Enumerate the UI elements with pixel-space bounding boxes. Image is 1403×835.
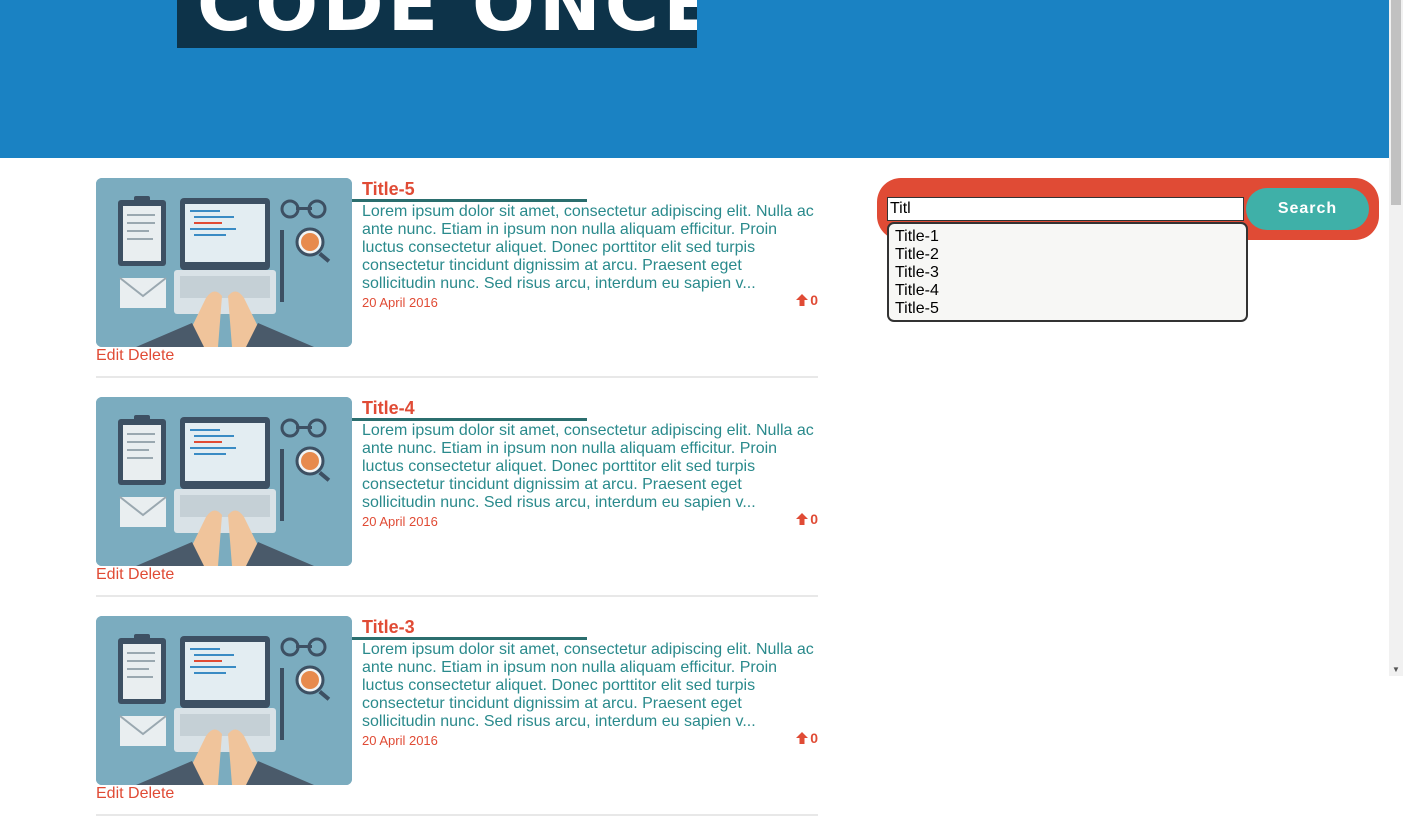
post-title[interactable]: Title-4: [362, 397, 415, 419]
title-underline: [352, 418, 587, 421]
upvote-button[interactable]: 0: [795, 292, 818, 308]
vote-count: 0: [810, 292, 818, 308]
delete-link[interactable]: Delete: [128, 785, 174, 802]
arrow-up-icon: [796, 513, 809, 525]
banner-text: CODE ONCE!: [197, 0, 697, 48]
page-scrollbar[interactable]: ▼: [1389, 0, 1403, 676]
laptop-workspace-illustration: [96, 178, 352, 347]
suggestion-item[interactable]: Title-4: [895, 282, 1246, 300]
post-card: Title-3 Lorem ipsum dolor sit amet, cons…: [96, 616, 818, 816]
vote-count: 0: [810, 511, 818, 527]
post-excerpt: Lorem ipsum dolor sit amet, consectetur …: [362, 203, 814, 292]
header: CODE ONCE!: [0, 0, 1389, 158]
search-input[interactable]: [887, 197, 1244, 221]
scrollbar-thumb[interactable]: [1391, 0, 1401, 205]
edit-link[interactable]: Edit: [96, 566, 124, 583]
laptop-workspace-illustration: [96, 616, 352, 785]
post-title[interactable]: Title-5: [362, 178, 415, 200]
post-date: 20 April 2016: [362, 514, 438, 529]
suggestion-item[interactable]: Title-2: [895, 246, 1246, 264]
post-card: Title-4 Lorem ipsum dolor sit amet, cons…: [96, 397, 818, 597]
title-underline: [352, 199, 587, 202]
upvote-button[interactable]: 0: [795, 730, 818, 746]
arrow-up-icon: [796, 294, 809, 306]
post-list: Title-5 Lorem ipsum dolor sit amet, cons…: [96, 178, 818, 835]
post-thumbnail[interactable]: [96, 178, 352, 347]
edit-link[interactable]: Edit: [96, 785, 124, 802]
post-thumbnail[interactable]: [96, 397, 352, 566]
suggestion-item[interactable]: Title-5: [895, 300, 1246, 318]
post-date: 20 April 2016: [362, 295, 438, 310]
scroll-down-icon[interactable]: ▼: [1392, 665, 1400, 674]
upvote-button[interactable]: 0: [795, 511, 818, 527]
search-button[interactable]: Search: [1246, 188, 1369, 230]
laptop-workspace-illustration: [96, 397, 352, 566]
post-thumbnail[interactable]: [96, 616, 352, 785]
edit-link[interactable]: Edit: [96, 347, 124, 364]
delete-link[interactable]: Delete: [128, 347, 174, 364]
vote-count: 0: [810, 730, 818, 746]
post-date: 20 April 2016: [362, 733, 438, 748]
post-actions: Edit Delete: [96, 566, 174, 584]
autocomplete-list: Title-1 Title-2 Title-3 Title-4 Title-5: [887, 222, 1248, 322]
post-card: Title-5 Lorem ipsum dolor sit amet, cons…: [96, 178, 818, 378]
post-title[interactable]: Title-3: [362, 616, 415, 638]
title-underline: [352, 637, 587, 640]
delete-link[interactable]: Delete: [128, 566, 174, 583]
post-actions: Edit Delete: [96, 347, 174, 365]
post-actions: Edit Delete: [96, 785, 174, 803]
banner: CODE ONCE!: [177, 0, 697, 48]
suggestion-item[interactable]: Title-1: [895, 228, 1246, 246]
arrow-up-icon: [796, 732, 809, 744]
suggestion-item[interactable]: Title-3: [895, 264, 1246, 282]
post-excerpt: Lorem ipsum dolor sit amet, consectetur …: [362, 641, 814, 730]
post-excerpt: Lorem ipsum dolor sit amet, consectetur …: [362, 422, 814, 511]
